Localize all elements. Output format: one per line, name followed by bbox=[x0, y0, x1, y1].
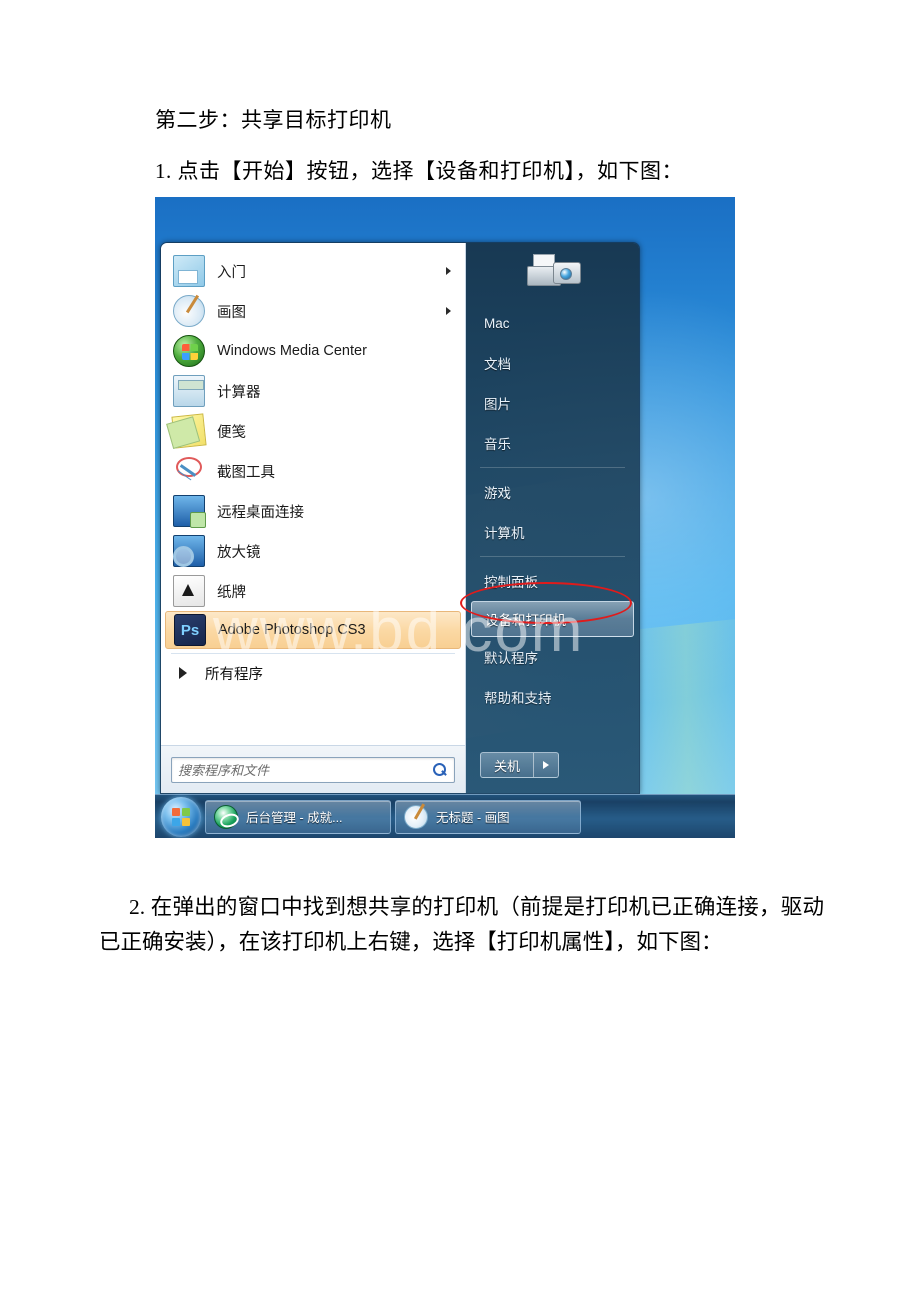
divider bbox=[480, 556, 625, 557]
all-programs-button[interactable]: 所有程序 bbox=[161, 654, 465, 692]
step-2-paragraph: 2. 在弹出的窗口中找到想共享的打印机（前提是打印机已正确连接，驱动已正确安装）… bbox=[99, 890, 824, 960]
start-menu[interactable]: 入门 画图 Windows Media Center 计算器 便笺 截图工具 远… bbox=[160, 242, 640, 794]
internet-explorer-icon bbox=[214, 804, 238, 829]
start-menu-right-item-control-panel[interactable]: 控制面板 bbox=[466, 561, 639, 601]
triangle-right-icon bbox=[543, 761, 550, 769]
user-account-picture[interactable] bbox=[466, 243, 639, 301]
solitaire-icon bbox=[173, 575, 205, 607]
start-menu-item-label: 截图工具 bbox=[217, 464, 275, 481]
start-menu-item-label: 计算器 bbox=[217, 384, 261, 401]
chevron-right-icon bbox=[446, 307, 451, 315]
start-menu-item-photoshop[interactable]: Ps Adobe Photoshop CS3 bbox=[165, 611, 461, 649]
start-menu-right-item-games[interactable]: 游戏 bbox=[466, 472, 639, 512]
start-menu-item-windows-media-center[interactable]: Windows Media Center bbox=[161, 331, 465, 371]
start-menu-item-magnifier[interactable]: 放大镜 bbox=[161, 531, 465, 571]
start-menu-item-paint[interactable]: 画图 bbox=[161, 291, 465, 331]
shutdown-options-button[interactable] bbox=[534, 753, 558, 777]
taskbar-button-label: 后台管理 - 成就... bbox=[246, 811, 343, 825]
shutdown-label: 关机 bbox=[494, 758, 521, 774]
camera-lens-shape bbox=[559, 268, 572, 280]
program-list: 入门 画图 Windows Media Center 计算器 便笺 截图工具 远… bbox=[161, 243, 465, 745]
start-menu-right-item-help-and-support[interactable]: 帮助和支持 bbox=[466, 677, 639, 717]
taskbar-button-paint[interactable]: 无标题 - 画图 bbox=[395, 799, 581, 834]
search-input[interactable]: 搜索程序和文件 bbox=[171, 756, 455, 783]
paint-icon bbox=[404, 804, 428, 829]
page-heading: 第二步：共享目标打印机 bbox=[155, 108, 392, 132]
start-menu-right-item-mac[interactable]: Mac bbox=[466, 303, 639, 343]
start-menu-item-getting-started[interactable]: 入门 bbox=[161, 251, 465, 291]
sticky-notes-icon bbox=[171, 413, 207, 449]
start-menu-item-solitaire[interactable]: 纸牌 bbox=[161, 571, 465, 611]
start-menu-item-label: 入门 bbox=[217, 264, 246, 281]
search-placeholder: 搜索程序和文件 bbox=[178, 763, 270, 778]
chevron-right-icon bbox=[446, 267, 451, 275]
start-menu-right-item-pictures[interactable]: 图片 bbox=[466, 383, 639, 423]
start-menu-item-label: 纸牌 bbox=[217, 584, 246, 601]
getting-started-icon bbox=[173, 255, 205, 287]
photoshop-icon: Ps bbox=[174, 614, 206, 646]
start-menu-right-item-documents[interactable]: 文档 bbox=[466, 343, 639, 383]
start-menu-item-sticky-notes[interactable]: 便笺 bbox=[161, 411, 465, 451]
start-menu-item-calculator[interactable]: 计算器 bbox=[161, 371, 465, 411]
step-1-text: 1. 点击【开始】按钮，选择【设备和打印机】，如下图： bbox=[155, 159, 683, 183]
shutdown-area: 关机 bbox=[466, 737, 639, 793]
divider bbox=[480, 467, 625, 468]
taskbar-button-ie[interactable]: 后台管理 - 成就... bbox=[205, 799, 391, 834]
start-menu-left-panel: 入门 画图 Windows Media Center 计算器 便笺 截图工具 远… bbox=[161, 243, 466, 793]
step-2-text: 2. 在弹出的窗口中找到想共享的打印机（前提是打印机已正确连接，驱动已正确安装）… bbox=[99, 895, 824, 954]
triangle-right-icon bbox=[179, 667, 187, 679]
start-menu-item-label: 远程桌面连接 bbox=[217, 504, 304, 521]
start-menu-item-remote-desktop[interactable]: 远程桌面连接 bbox=[161, 491, 465, 531]
start-menu-item-label: 便笺 bbox=[217, 424, 246, 441]
start-menu-right-item-default-programs[interactable]: 默认程序 bbox=[466, 637, 639, 677]
places-list: Mac 文档 图片 音乐 游戏 计算机 控制面板 设备和打印机 默认程序 帮助和… bbox=[466, 301, 639, 737]
printer-camera-icon bbox=[525, 250, 581, 294]
start-menu-item-snipping-tool[interactable]: 截图工具 bbox=[161, 451, 465, 491]
start-orb-button[interactable] bbox=[161, 796, 201, 837]
start-menu-right-item-computer[interactable]: 计算机 bbox=[466, 512, 639, 552]
start-menu-right-item-devices-and-printers[interactable]: 设备和打印机 bbox=[471, 601, 634, 637]
windows-screenshot-figure: 入门 画图 Windows Media Center 计算器 便笺 截图工具 远… bbox=[155, 197, 735, 838]
snipping-tool-icon bbox=[173, 455, 205, 487]
paint-icon bbox=[173, 295, 205, 327]
start-menu-right-item-music[interactable]: 音乐 bbox=[466, 423, 639, 463]
calculator-icon bbox=[173, 375, 205, 407]
start-menu-item-label: 画图 bbox=[217, 304, 246, 321]
document-page: 第二步：共享目标打印机 1. 点击【开始】按钮，选择【设备和打印机】，如下图： … bbox=[0, 0, 920, 1302]
remote-desktop-icon bbox=[173, 495, 206, 528]
windows-media-center-icon bbox=[173, 335, 205, 367]
shutdown-button[interactable]: 关机 bbox=[480, 752, 560, 778]
all-programs-label: 所有程序 bbox=[205, 666, 263, 683]
taskbar: 后台管理 - 成就... 无标题 - 画图 bbox=[155, 794, 735, 838]
start-menu-item-label: 放大镜 bbox=[217, 544, 261, 561]
start-menu-item-label: Windows Media Center bbox=[217, 343, 367, 359]
windows-logo-icon bbox=[172, 807, 190, 826]
taskbar-button-label: 无标题 - 画图 bbox=[436, 811, 510, 825]
search-icon bbox=[432, 762, 448, 778]
magnifier-icon bbox=[173, 535, 205, 567]
start-menu-right-panel: Mac 文档 图片 音乐 游戏 计算机 控制面板 设备和打印机 默认程序 帮助和… bbox=[466, 243, 639, 793]
start-menu-item-label: Adobe Photoshop CS3 bbox=[218, 622, 366, 638]
search-zone: 搜索程序和文件 bbox=[161, 745, 465, 793]
